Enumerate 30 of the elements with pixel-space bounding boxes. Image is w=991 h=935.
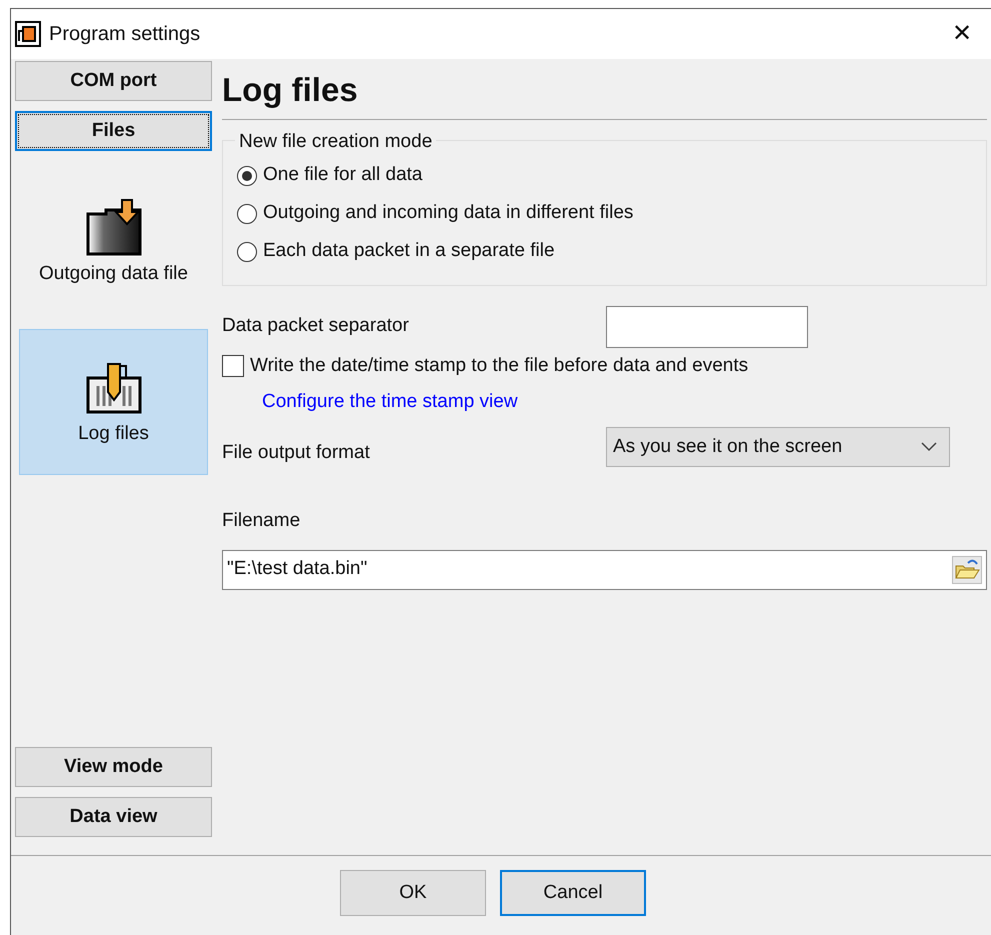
- configure-link[interactable]: Configure the time stamp view: [262, 388, 518, 416]
- sidebar-item[interactable]: Log files: [19, 329, 208, 475]
- radio-label: Outgoing and incoming data in different files: [263, 201, 634, 226]
- dialog-button[interactable]: OK: [340, 870, 486, 916]
- sidebar-button[interactable]: COM port: [15, 61, 212, 101]
- filename-field[interactable]: "E:\test data.bin": [222, 550, 987, 590]
- radio-label: One file for all data: [263, 163, 422, 188]
- sidebar-button[interactable]: View mode: [15, 747, 212, 787]
- page-heading: Log files: [222, 65, 987, 120]
- open-folder-icon[interactable]: [952, 556, 982, 584]
- app-icon: [15, 21, 41, 47]
- radio-button[interactable]: [237, 204, 257, 224]
- sidebar-item[interactable]: Outgoing data file: [19, 169, 208, 315]
- chevron-down-icon: [921, 442, 937, 452]
- field-label: Filename: [222, 509, 300, 533]
- window-title: Program settings: [49, 22, 200, 47]
- separator-field[interactable]: [606, 306, 808, 348]
- format-dropdown[interactable]: As you see it on the screen: [606, 426, 950, 467]
- field-label: Data packet separator: [222, 314, 410, 338]
- checkbox[interactable]: [222, 354, 244, 377]
- checkbox-label: Write the date/time stamp to the file before data and events: [250, 354, 748, 378]
- sidebar-button[interactable]: Files: [15, 111, 212, 151]
- folder-download-icon: [86, 198, 142, 256]
- sidebar-button[interactable]: Data view: [15, 797, 212, 837]
- radio-button[interactable]: [237, 242, 257, 262]
- radio-button[interactable]: [237, 166, 257, 186]
- close-button[interactable]: ✕: [947, 16, 977, 52]
- radio-label: Each data packet in a separate file: [263, 239, 555, 264]
- dialog-button[interactable]: Cancel: [500, 870, 646, 916]
- field-label: File output format: [222, 440, 371, 464]
